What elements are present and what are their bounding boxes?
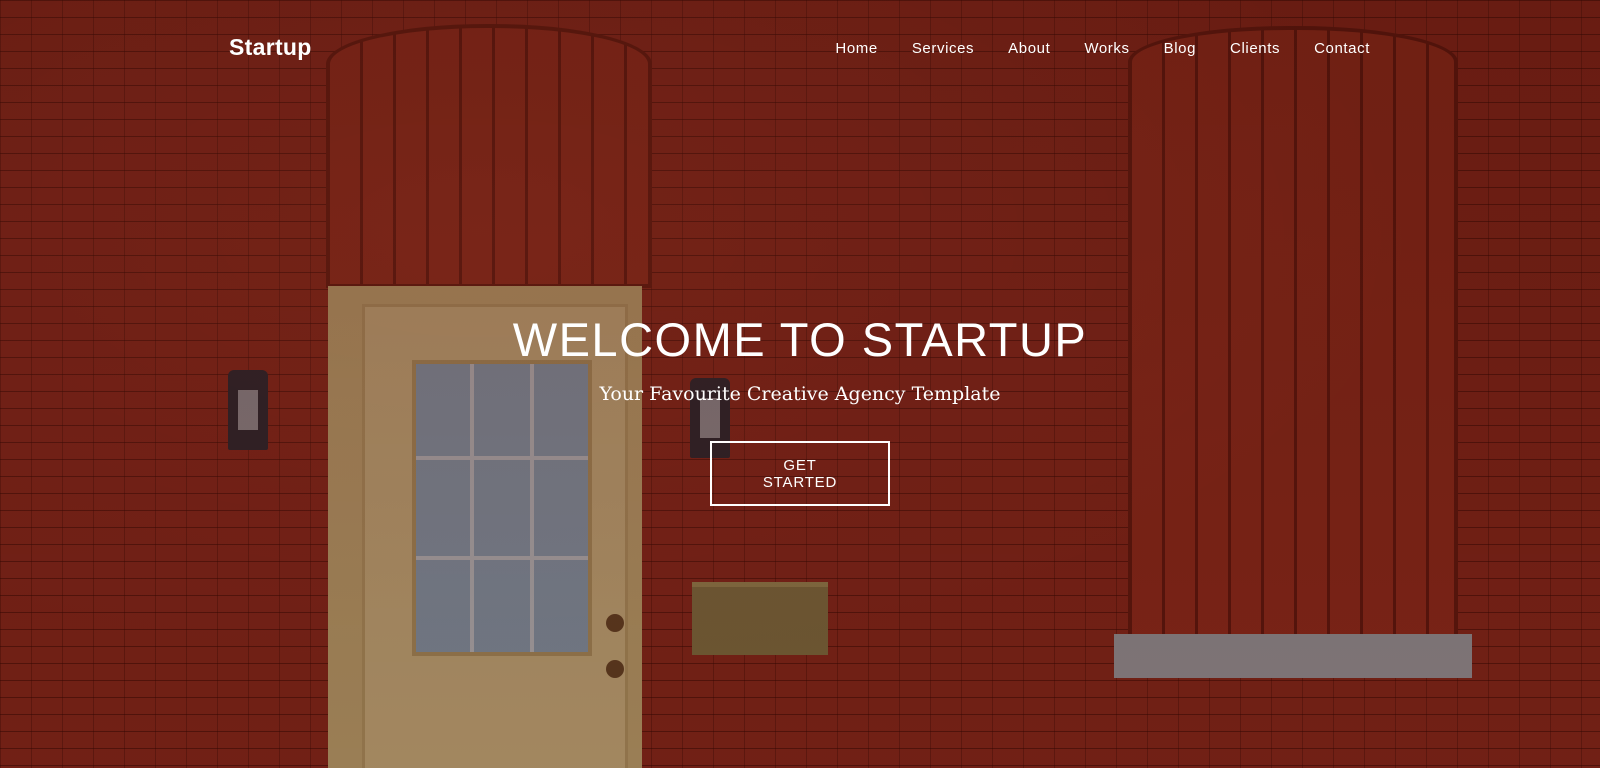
nav-item-clients[interactable]: Clients <box>1230 40 1280 57</box>
get-started-button[interactable]: GET STARTED <box>710 441 890 506</box>
nav-item-about[interactable]: About <box>1008 40 1050 57</box>
hero-subtitle: Your Favourite Creative Agency Template <box>599 383 1001 405</box>
nav-item-works[interactable]: Works <box>1084 40 1129 57</box>
hero-section: WELCOME TO STARTUP Your Favourite Creati… <box>0 312 1600 506</box>
main-nav: Home Services About Works Blog Clients C… <box>801 40 1370 57</box>
hero-title: WELCOME TO STARTUP <box>512 313 1088 366</box>
nav-item-contact[interactable]: Contact <box>1314 40 1370 57</box>
brand-logo[interactable]: Startup <box>229 34 312 61</box>
nav-item-blog[interactable]: Blog <box>1164 40 1196 57</box>
nav-item-services[interactable]: Services <box>912 40 974 57</box>
nav-item-home[interactable]: Home <box>835 40 877 57</box>
